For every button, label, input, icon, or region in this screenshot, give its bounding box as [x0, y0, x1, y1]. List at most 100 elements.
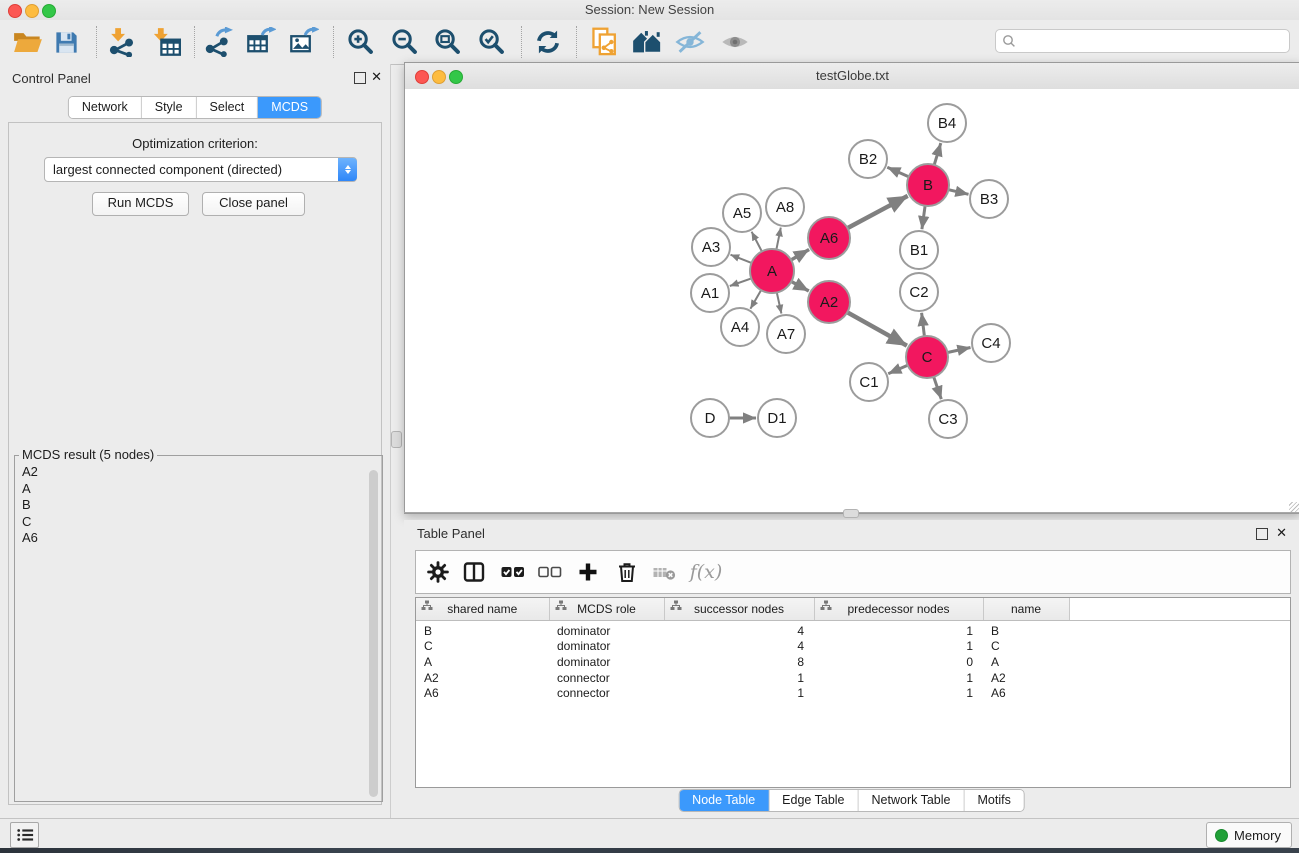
show-eye-icon[interactable]	[718, 25, 752, 59]
column-header-MCDS-role[interactable]: MCDS role	[549, 598, 664, 621]
edge-C-C4[interactable]	[948, 348, 971, 353]
edge-A2-C[interactable]	[847, 312, 907, 345]
table-cell[interactable]: 8	[664, 654, 814, 670]
horizontal-split-handle[interactable]	[843, 509, 859, 518]
zoom-fit-icon[interactable]	[431, 25, 465, 59]
result-scrollbar[interactable]	[369, 470, 378, 797]
result-item[interactable]: A6	[19, 530, 366, 547]
table-tab-network-table[interactable]: Network Table	[859, 790, 965, 811]
table-cell[interactable]: 1	[814, 639, 983, 655]
window-resize-grip[interactable]	[1289, 502, 1299, 512]
table-cell[interactable]: 1	[814, 685, 983, 701]
optimization-criterion-select[interactable]: largest connected component (directed)	[44, 157, 357, 182]
node-B[interactable]: B	[907, 164, 949, 206]
table-row[interactable]: Bdominator41B	[416, 621, 1290, 639]
table-cell[interactable]: dominator	[549, 621, 664, 639]
table-cell[interactable]: dominator	[549, 654, 664, 670]
edge-A-A2[interactable]	[791, 282, 809, 292]
table-row[interactable]: Adominator80A	[416, 654, 1290, 670]
network-from-selection-icon[interactable]	[588, 25, 622, 59]
edge-B-B1[interactable]	[922, 206, 925, 229]
result-item[interactable]: A2	[19, 464, 366, 481]
select-all-columns-icon[interactable]	[500, 559, 526, 585]
node-A8[interactable]: A8	[766, 188, 804, 226]
node-C2[interactable]: C2	[900, 273, 938, 311]
search-field[interactable]	[995, 29, 1290, 53]
search-input[interactable]	[1020, 33, 1289, 50]
add-column-icon[interactable]	[575, 559, 601, 585]
table-cell[interactable]: A6	[983, 685, 1069, 701]
node-D1[interactable]: D1	[758, 399, 796, 437]
edge-B-B2[interactable]	[887, 167, 908, 176]
node-A6[interactable]: A6	[808, 217, 850, 259]
table-cell[interactable]: connector	[549, 685, 664, 701]
table-cell[interactable]: A	[983, 654, 1069, 670]
table-cell[interactable]: 1	[814, 621, 983, 639]
edge-A-A5[interactable]	[752, 232, 762, 252]
node-B1[interactable]: B1	[900, 231, 938, 269]
home-houses-icon[interactable]	[630, 25, 664, 59]
table-cell[interactable]: A	[416, 654, 549, 670]
table-tab-edge-table[interactable]: Edge Table	[769, 790, 858, 811]
node-B3[interactable]: B3	[970, 180, 1008, 218]
tab-style[interactable]: Style	[142, 97, 197, 118]
edge-A6-B[interactable]	[848, 196, 908, 228]
table-cell[interactable]: 1	[664, 670, 814, 686]
node-C4[interactable]: C4	[972, 324, 1010, 362]
table-tab-motifs[interactable]: Motifs	[964, 790, 1023, 811]
tab-mcds[interactable]: MCDS	[258, 97, 321, 118]
table-row[interactable]: Cdominator41C	[416, 639, 1290, 655]
zoom-out-icon[interactable]	[388, 25, 422, 59]
memory-button[interactable]: Memory	[1206, 822, 1292, 848]
node-A4[interactable]: A4	[721, 308, 759, 346]
column-header-name[interactable]: name	[983, 598, 1069, 621]
node-A1[interactable]: A1	[691, 274, 729, 312]
node-A5[interactable]: A5	[723, 194, 761, 232]
node-A3[interactable]: A3	[692, 228, 730, 266]
zoom-in-icon[interactable]	[344, 25, 378, 59]
node-A[interactable]: A	[750, 249, 794, 293]
close-panel-icon[interactable]: ✕	[371, 69, 382, 85]
table-cell[interactable]: 0	[814, 654, 983, 670]
node-B2[interactable]: B2	[849, 140, 887, 178]
table-cell[interactable]: A2	[416, 670, 549, 686]
open-file-icon[interactable]	[11, 25, 45, 59]
node-C1[interactable]: C1	[850, 363, 888, 401]
close-panel-button[interactable]: Close panel	[202, 192, 305, 216]
float-panel-icon[interactable]	[354, 72, 366, 84]
table-row[interactable]: A2connector11A2	[416, 670, 1290, 686]
delete-column-trash-icon[interactable]	[614, 559, 640, 585]
close-table-panel-icon[interactable]: ✕	[1276, 525, 1287, 541]
float-table-panel-icon[interactable]	[1256, 528, 1268, 540]
export-table-icon[interactable]	[244, 25, 278, 59]
table-row[interactable]: A6connector11A6	[416, 685, 1290, 701]
result-item[interactable]: A	[19, 481, 366, 498]
node-A7[interactable]: A7	[767, 315, 805, 353]
settings-gear-icon[interactable]	[425, 559, 451, 585]
edge-C-C3[interactable]	[934, 377, 942, 399]
table-cell[interactable]: B	[416, 621, 549, 639]
column-layout-icon[interactable]	[461, 559, 487, 585]
node-C3[interactable]: C3	[929, 400, 967, 438]
table-cell[interactable]: 1	[814, 670, 983, 686]
zoom-selected-icon[interactable]	[475, 25, 509, 59]
edge-B-B3[interactable]	[949, 190, 969, 195]
tab-network[interactable]: Network	[69, 97, 142, 118]
edge-A-A8[interactable]	[776, 228, 780, 250]
edge-B-B4[interactable]	[934, 143, 941, 165]
edge-C-C2[interactable]	[922, 313, 925, 336]
node-D[interactable]: D	[691, 399, 729, 437]
table-cell[interactable]: A2	[983, 670, 1069, 686]
network-canvas[interactable]: AA1A2A3A4A5A6A7A8BB1B2B3B4CC1C2C3C4DD1	[405, 89, 1299, 513]
hide-eye-slash-icon[interactable]	[673, 25, 707, 59]
node-C[interactable]: C	[906, 336, 948, 378]
column-header-shared-name[interactable]: shared name	[416, 598, 549, 621]
vertical-split-handle[interactable]	[391, 431, 402, 448]
table-cell[interactable]: A6	[416, 685, 549, 701]
edge-A-A7[interactable]	[777, 293, 782, 314]
export-image-icon[interactable]	[287, 25, 321, 59]
import-table-icon[interactable]	[149, 25, 183, 59]
table-cell[interactable]: dominator	[549, 639, 664, 655]
edge-C-C1[interactable]	[888, 365, 907, 373]
node-B4[interactable]: B4	[928, 104, 966, 142]
